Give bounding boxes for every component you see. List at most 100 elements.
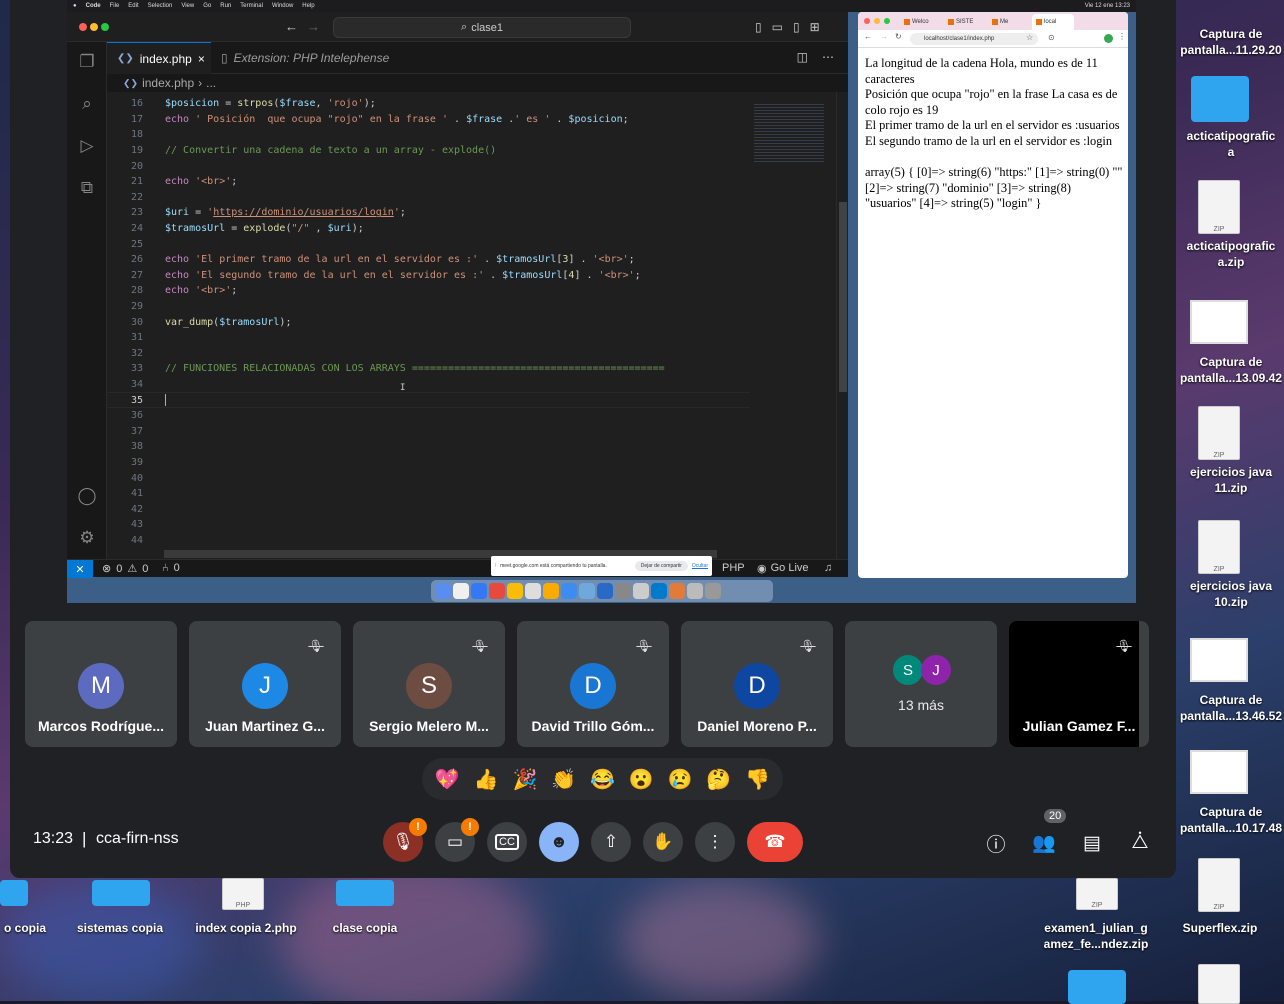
toggle-panel-icon[interactable]: ▭: [772, 20, 783, 34]
code-line[interactable]: 19 // Convertir una cadena de texto a un …: [107, 143, 750, 159]
dock-app-icon[interactable]: [525, 583, 541, 599]
dock-app-icon[interactable]: [471, 583, 487, 599]
close-window-icon[interactable]: [79, 23, 87, 31]
menubar-item[interactable]: View: [181, 3, 194, 9]
reactions-button[interactable]: ☻: [539, 822, 579, 862]
folder-icon[interactable]: [1068, 970, 1126, 1004]
bookmark-star-icon[interactable]: ☆: [1026, 33, 1033, 42]
code-line[interactable]: 27 echo 'El segundo tramo de la url en el…: [107, 268, 750, 284]
address-bar[interactable]: localhost/clase1/index.php: [910, 33, 1038, 45]
dock-app-icon[interactable]: [543, 583, 559, 599]
reaction-emoji-button[interactable]: 💖: [435, 767, 460, 792]
code-line[interactable]: 43: [107, 517, 750, 533]
back-arrow-icon[interactable]: ←: [864, 32, 872, 41]
reaction-emoji-button[interactable]: 😢: [668, 767, 693, 792]
remote-icon[interactable]: ✕: [67, 560, 93, 578]
menubar-item[interactable]: File: [110, 3, 120, 9]
dock-app-icon[interactable]: [615, 583, 631, 599]
camera-toggle-button[interactable]: ▭ !: [435, 818, 479, 862]
problems-indicator[interactable]: ⊗ 0 ⚠ 0: [102, 562, 148, 576]
customize-layout-icon[interactable]: ⊞: [810, 20, 820, 34]
meeting-info-button[interactable]: ⓘ: [980, 827, 1012, 859]
language-mode[interactable]: PHP: [722, 562, 745, 574]
people-button[interactable]: 👥 20: [1028, 809, 1067, 859]
profile-avatar[interactable]: [1104, 34, 1113, 43]
folder-icon[interactable]: [92, 880, 150, 906]
notifications-bell-icon[interactable]: ♫: [824, 562, 832, 574]
reaction-emoji-button[interactable]: 😮: [629, 767, 654, 792]
menubar-item[interactable]: Edit: [128, 3, 138, 9]
dock-app-icon[interactable]: [579, 583, 595, 599]
code-line[interactable]: 18: [107, 127, 750, 143]
reaction-emoji-button[interactable]: 👏: [551, 767, 576, 792]
dock-app-icon[interactable]: [453, 583, 469, 599]
participant-tile[interactable]: M Marcos Rodrígue...: [25, 621, 177, 747]
code-line[interactable]: 44: [107, 533, 750, 549]
menubar-item[interactable]: Code: [86, 3, 101, 9]
settings-gear-icon[interactable]: ⚙: [75, 526, 99, 550]
toggle-sidebar-icon[interactable]: ▯: [755, 20, 762, 34]
reaction-emoji-button[interactable]: 👍: [474, 767, 499, 792]
desktop-icon-label[interactable]: examen1_julian_g amez_fe...ndez.zip: [1036, 920, 1156, 952]
go-live-button[interactable]: ◉ Go Live: [757, 562, 809, 575]
captions-button[interactable]: CC: [487, 822, 527, 862]
zip-file-icon[interactable]: ZIP: [1076, 878, 1118, 910]
dock-app-icon[interactable]: [633, 583, 649, 599]
browser-tab[interactable]: Me: [988, 14, 1030, 30]
more-options-button[interactable]: ⋮: [695, 822, 735, 862]
dock-app-icon[interactable]: [597, 583, 613, 599]
account-icon[interactable]: ◯: [75, 484, 99, 508]
folder-icon[interactable]: [0, 880, 28, 906]
zip-file-icon[interactable]: ZIP: [1198, 858, 1240, 912]
minimize-window-icon[interactable]: [90, 23, 98, 31]
code-line[interactable]: 20: [107, 158, 750, 174]
dock-app-icon[interactable]: [669, 583, 685, 599]
code-line[interactable]: 38: [107, 439, 750, 455]
menubar-item[interactable]: Terminal: [240, 3, 263, 9]
meeting-code[interactable]: cca-firn-nss: [96, 830, 179, 848]
tab-extension-intelephense[interactable]: ▯ Extension: PHP Intelephense: [211, 42, 411, 74]
hide-button[interactable]: Ocultar: [692, 563, 708, 569]
code-line[interactable]: 40: [107, 470, 750, 486]
command-center-search[interactable]: ⌕ clase1: [333, 17, 631, 38]
menubar-item[interactable]: Selection: [148, 3, 173, 9]
dock-app-icon[interactable]: [507, 583, 523, 599]
window-control-icon[interactable]: [874, 18, 880, 24]
code-line[interactable]: 39: [107, 455, 750, 471]
chat-button[interactable]: ▤: [1076, 827, 1108, 859]
mic-toggle-button[interactable]: 🎙 !: [383, 818, 427, 862]
code-line[interactable]: 16 $posicion = strpos($frase, 'rojo');: [107, 96, 750, 112]
close-icon[interactable]: ×: [198, 52, 205, 66]
code-editor[interactable]: 16 $posicion = strpos($frase, 'rojo'); 17 e…: [107, 92, 750, 559]
code-line[interactable]: 24 $tramosUrl = explode("/" , $uri);: [107, 221, 750, 237]
participant-tile[interactable]: D Daniel Moreno P... 🎙: [681, 621, 833, 747]
reaction-emoji-button[interactable]: 👎: [745, 767, 770, 792]
minimap[interactable]: [750, 92, 836, 559]
extensions-icon[interactable]: ⧉: [75, 176, 99, 200]
scrollbar-thumb[interactable]: [839, 202, 847, 392]
code-line[interactable]: 35: [107, 392, 750, 408]
ports-indicator[interactable]: ⑃ 0: [162, 562, 180, 574]
dock-app-icon[interactable]: [705, 583, 721, 599]
back-arrow-icon[interactable]: ←: [285, 19, 298, 34]
code-line[interactable]: 28 echo '<br>';: [107, 283, 750, 299]
code-line[interactable]: 42: [107, 502, 750, 518]
folder-icon[interactable]: [336, 880, 394, 906]
breadcrumb-symbol[interactable]: ...: [206, 76, 216, 90]
zip-file-icon[interactable]: [1198, 964, 1240, 1004]
desktop-icon-label[interactable]: index copia 2.php: [186, 920, 306, 936]
zoom-window-icon[interactable]: [101, 23, 109, 31]
presenter-tile[interactable]: Julian Gamez F... 🎙: [1009, 621, 1149, 747]
stop-sharing-button[interactable]: Dejar de compartir: [634, 561, 688, 571]
extensions-icon[interactable]: ⊙: [1048, 33, 1055, 42]
desktop-icon-label[interactable]: sistemas copia: [70, 920, 170, 936]
code-line[interactable]: 29: [107, 299, 750, 315]
search-icon[interactable]: ⌕: [75, 92, 99, 116]
desktop-icon-label[interactable]: o copia: [0, 920, 50, 936]
code-line[interactable]: 22: [107, 190, 750, 206]
code-line[interactable]: 25: [107, 236, 750, 252]
tab-index-php[interactable]: ❮❯ index.php ×: [107, 42, 211, 74]
dock-app-icon[interactable]: [561, 583, 577, 599]
code-line[interactable]: 30 var_dump($tramosUrl);: [107, 314, 750, 330]
code-line[interactable]: 34: [107, 377, 750, 393]
